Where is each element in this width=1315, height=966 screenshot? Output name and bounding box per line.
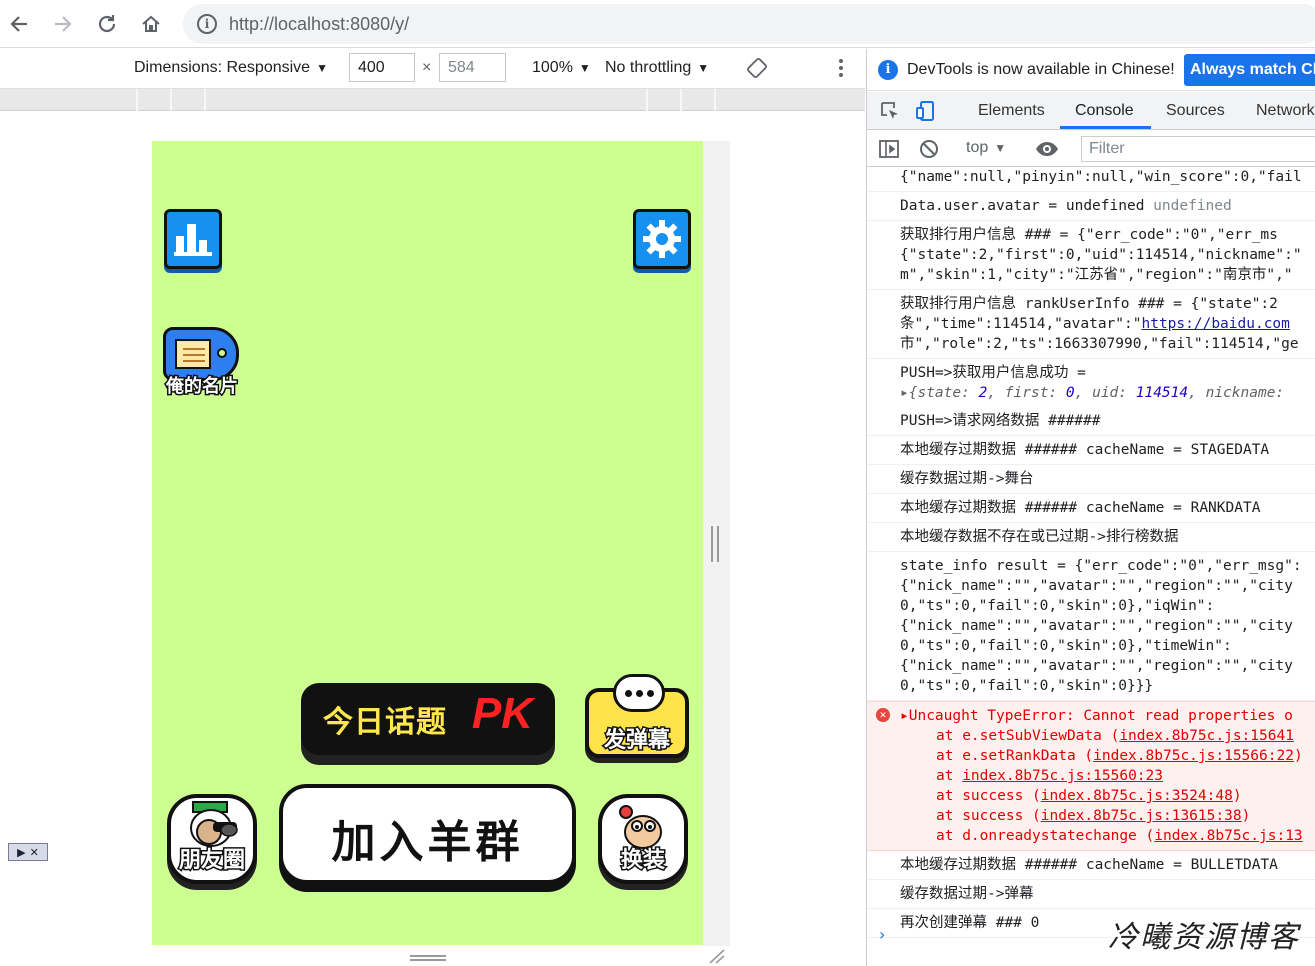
close-icon[interactable]: ✕ bbox=[30, 846, 39, 859]
back-icon[interactable] bbox=[3, 8, 35, 40]
pk-text: PK bbox=[471, 689, 533, 738]
stack-link[interactable]: index.8b75c.js:3524:48 bbox=[1041, 788, 1233, 804]
chevron-down-icon: ▼ bbox=[316, 61, 328, 75]
console-message: 获取排行用户信息 rankUserInfo ### = {"state":2 条… bbox=[867, 290, 1315, 359]
forward-icon[interactable] bbox=[47, 8, 79, 40]
dressup-label: 换装 bbox=[619, 847, 666, 875]
context-selector[interactable]: top ▼ bbox=[966, 139, 1006, 157]
zoom-label: 100% bbox=[532, 59, 573, 76]
leaderboard-button[interactable] bbox=[164, 209, 222, 269]
card-icon bbox=[175, 339, 211, 369]
zoom-dropdown[interactable]: 100% ▼ bbox=[532, 59, 591, 77]
topic-pk-button[interactable]: 今日话题 PK bbox=[301, 683, 555, 755]
settings-button[interactable] bbox=[633, 209, 691, 269]
stack-link[interactable]: index.8b75c.js:15560:23 bbox=[962, 768, 1163, 784]
times-sign: × bbox=[422, 59, 432, 76]
console-log: {"name":null,"pinyin":null,"win_score":0… bbox=[867, 167, 1315, 966]
watermark: 冷曦资源博客 bbox=[1108, 920, 1300, 955]
play-icon[interactable]: ▶ bbox=[17, 846, 25, 859]
bar-chart-icon bbox=[174, 224, 212, 256]
dimensions-dropdown[interactable]: Dimensions: Responsive ▼ bbox=[134, 59, 328, 77]
console-message: 获取排行用户信息 ### = {"err_code":"0","err_ms {… bbox=[867, 221, 1315, 290]
console-message: 缓存数据过期->舞台 bbox=[867, 465, 1315, 494]
tab-console[interactable]: Console bbox=[1075, 102, 1134, 120]
moments-button[interactable]: 朋友圈 bbox=[167, 794, 257, 884]
tab-network[interactable]: Network bbox=[1256, 102, 1315, 120]
console-message: 本地缓存过期数据 ###### cacheName = BULLETDATA bbox=[867, 851, 1315, 880]
omnibox[interactable]: i http://localhost:8080/y/ bbox=[183, 4, 1315, 44]
console-message: 本地缓存过期数据 ###### cacheName = RANKDATA bbox=[867, 494, 1315, 523]
clear-console-icon[interactable] bbox=[918, 138, 940, 165]
reload-icon[interactable] bbox=[91, 8, 123, 40]
device-toggle-icon[interactable] bbox=[915, 100, 937, 122]
devtools-tabbar: Elements Console Sources Network bbox=[867, 92, 1315, 130]
dimensions-label: Dimensions: Responsive bbox=[134, 59, 311, 76]
game-canvas[interactable]: 俺的名片 今日话题 PK 发弹幕 加入羊群 朋友圈 换装 bbox=[152, 141, 703, 945]
chevron-down-icon: ▼ bbox=[578, 61, 591, 75]
moments-label: 朋友圈 bbox=[177, 847, 246, 875]
sidebar-toggle-icon[interactable] bbox=[878, 138, 900, 165]
error-icon: ✕ bbox=[876, 708, 890, 722]
rotate-icon[interactable] bbox=[746, 57, 768, 84]
console-message: 缓存数据过期->弹幕 bbox=[867, 880, 1315, 909]
device-toolbar: Dimensions: Responsive ▼ 400 × 584 100% ▼ … bbox=[0, 49, 865, 89]
console-message: 本地缓存数据不存在或已过期->排行榜数据 bbox=[867, 523, 1315, 552]
infobar-message: DevTools is now available in Chinese! bbox=[907, 61, 1175, 78]
console-message: 本地缓存过期数据 ###### cacheName = STAGEDATA bbox=[867, 436, 1315, 465]
home-icon[interactable] bbox=[135, 8, 167, 40]
resize-handle-right[interactable] bbox=[711, 526, 719, 562]
resize-corner-icon[interactable] bbox=[706, 948, 726, 964]
join-group-button[interactable]: 加入羊群 bbox=[279, 784, 576, 884]
inspect-element-icon[interactable] bbox=[879, 100, 901, 122]
media-query-ruler[interactable] bbox=[0, 89, 865, 111]
ad-controls[interactable]: ▶ ✕ bbox=[8, 843, 48, 861]
console-message: {"name":null,"pinyin":null,"win_score":0… bbox=[867, 167, 1315, 192]
info-icon: i bbox=[878, 60, 898, 80]
active-tab-indicator bbox=[1060, 126, 1151, 129]
chat-bubble-icon bbox=[613, 674, 665, 712]
join-group-label: 加入羊群 bbox=[331, 817, 524, 868]
console-message: PUSH=>获取用户信息成功 = ▸{state: 2, first: 0, u… bbox=[867, 359, 1315, 407]
filter-input[interactable]: Filter bbox=[1081, 136, 1315, 162]
throttling-dropdown[interactable]: No throttling ▼ bbox=[605, 59, 709, 77]
chevron-down-icon: ▼ bbox=[697, 61, 710, 75]
topic-pk-text: 今日话题 bbox=[323, 705, 447, 740]
stack-link[interactable]: index.8b75c.js:13 bbox=[1154, 828, 1302, 844]
width-input[interactable]: 400 bbox=[349, 53, 415, 82]
danmu-label: 发弹幕 bbox=[602, 727, 671, 755]
my-card-label: 俺的名片 bbox=[165, 375, 240, 399]
eye-icon[interactable] bbox=[1035, 138, 1059, 165]
resize-handle-bottom[interactable] bbox=[410, 955, 446, 961]
more-options-icon[interactable] bbox=[838, 57, 844, 84]
expandable-object[interactable]: ▸{state: 2, first: 0, uid: 114514, nickn… bbox=[900, 383, 1315, 403]
error-message[interactable]: ▸Uncaught TypeError: Cannot read propert… bbox=[900, 706, 1315, 726]
site-info-icon[interactable]: i bbox=[197, 14, 217, 34]
height-input[interactable]: 584 bbox=[439, 53, 506, 82]
console-message: PUSH=>请求网络数据 ###### bbox=[867, 407, 1315, 436]
console-prompt-icon[interactable]: › bbox=[879, 925, 885, 944]
stack-link[interactable]: index.8b75c.js:15566:22 bbox=[1093, 748, 1294, 764]
url-text[interactable]: http://localhost:8080/y/ bbox=[229, 14, 409, 35]
send-danmu-button[interactable]: 发弹幕 bbox=[585, 674, 689, 758]
console-error: ✕ ▸Uncaught TypeError: Cannot read prope… bbox=[867, 701, 1315, 851]
gear-icon bbox=[643, 220, 681, 258]
dressup-button[interactable]: 换装 bbox=[598, 794, 688, 884]
chevron-down-icon: ▼ bbox=[994, 141, 1007, 155]
language-infobar: i DevTools is now available in Chinese! … bbox=[867, 49, 1315, 91]
stack-link[interactable]: index.8b75c.js:15641 bbox=[1119, 728, 1294, 744]
tab-sources[interactable]: Sources bbox=[1166, 102, 1225, 120]
console-message: Data.user.avatar = undefined undefined bbox=[867, 192, 1315, 221]
devtools-panel: i DevTools is now available in Chinese! … bbox=[866, 49, 1315, 966]
tab-elements[interactable]: Elements bbox=[978, 102, 1045, 120]
stack-link[interactable]: index.8b75c.js:13615:38 bbox=[1041, 808, 1242, 824]
always-match-button[interactable]: Always match Ch bbox=[1184, 54, 1315, 86]
context-label: top bbox=[966, 139, 989, 156]
address-bar: i http://localhost:8080/y/ bbox=[0, 0, 1315, 48]
browser-window: i http://localhost:8080/y/ Dimensions: R… bbox=[0, 0, 1315, 966]
console-toolbar: top ▼ Filter bbox=[867, 131, 1315, 167]
console-link[interactable]: https://baidu.com bbox=[1141, 316, 1289, 332]
console-message: state_info result = {"err_code":"0","err… bbox=[867, 552, 1315, 701]
throttling-label: No throttling bbox=[605, 59, 692, 76]
